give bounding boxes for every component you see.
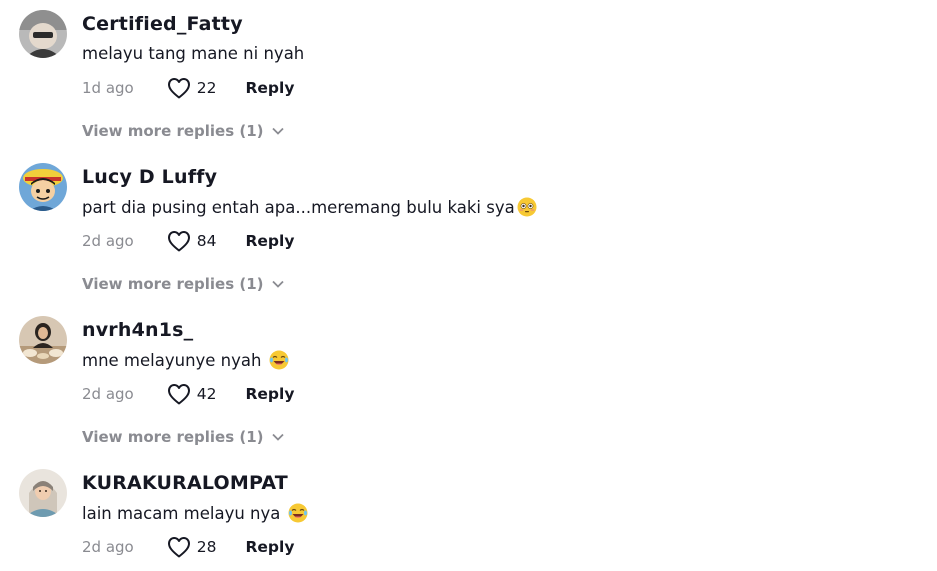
comment-meta: 2d ago 28 Reply: [82, 535, 294, 559]
comment-text-content: mne melayunye nyah: [82, 351, 262, 370]
username[interactable]: Lucy D Luffy: [82, 166, 217, 188]
comment-text: part dia pusing entah apa...meremang bul…: [82, 197, 537, 217]
heart-outline-icon: [167, 78, 190, 99]
like-button[interactable]: 28: [167, 536, 217, 558]
view-more-replies[interactable]: View more replies (1): [82, 122, 284, 140]
heart-outline-icon: [167, 384, 190, 405]
chevron-down-icon: [271, 433, 284, 441]
like-count: 84: [196, 232, 217, 250]
username[interactable]: KURAKURALOMPAT: [82, 472, 288, 494]
avatar[interactable]: [19, 469, 67, 517]
comment-text-content: part dia pusing entah apa...meremang bul…: [82, 198, 515, 217]
like-button[interactable]: 22: [167, 77, 217, 99]
view-more-label: View more replies (1): [82, 428, 264, 446]
comment-text: melayu tang mane ni nyah: [82, 44, 304, 63]
reply-button[interactable]: Reply: [245, 79, 294, 97]
like-count: 28: [196, 538, 217, 556]
like-count: 42: [196, 385, 217, 403]
avatar[interactable]: [19, 316, 67, 364]
like-count: 22: [196, 79, 217, 97]
heart-outline-icon: [167, 231, 190, 252]
view-more-replies[interactable]: View more replies (1): [82, 275, 284, 293]
flushed-emoji-icon: [517, 197, 537, 217]
timestamp: 1d ago: [82, 79, 134, 97]
view-more-replies[interactable]: View more replies (1): [82, 428, 284, 446]
timestamp: 2d ago: [82, 385, 134, 403]
view-more-label: View more replies (1): [82, 122, 264, 140]
reply-button[interactable]: Reply: [245, 385, 294, 403]
chevron-down-icon: [271, 127, 284, 135]
laughing-emoji-icon: [288, 503, 308, 523]
reply-button[interactable]: Reply: [245, 232, 294, 250]
comment-text: mne melayunye nyah: [82, 350, 289, 370]
laughing-emoji-icon: [269, 350, 289, 370]
view-more-label: View more replies (1): [82, 275, 264, 293]
like-button[interactable]: 84: [167, 230, 217, 252]
username[interactable]: nvrh4n1s_: [82, 319, 193, 341]
comment-text-content: lain macam melayu nya: [82, 504, 281, 523]
heart-outline-icon: [167, 537, 190, 558]
comment-text-content: melayu tang mane ni nyah: [82, 44, 305, 63]
avatar[interactable]: [19, 163, 67, 211]
timestamp: 2d ago: [82, 232, 134, 250]
chevron-down-icon: [271, 280, 284, 288]
comment-meta: 2d ago 42 Reply: [82, 382, 294, 406]
reply-button[interactable]: Reply: [245, 538, 294, 556]
comment-text: lain macam melayu nya: [82, 503, 308, 523]
like-button[interactable]: 42: [167, 383, 217, 405]
timestamp: 2d ago: [82, 538, 134, 556]
username[interactable]: Certified_Fatty: [82, 13, 243, 35]
avatar[interactable]: [19, 10, 67, 58]
comment-meta: 2d ago 84 Reply: [82, 229, 294, 253]
comment-meta: 1d ago 22 Reply: [82, 76, 294, 100]
